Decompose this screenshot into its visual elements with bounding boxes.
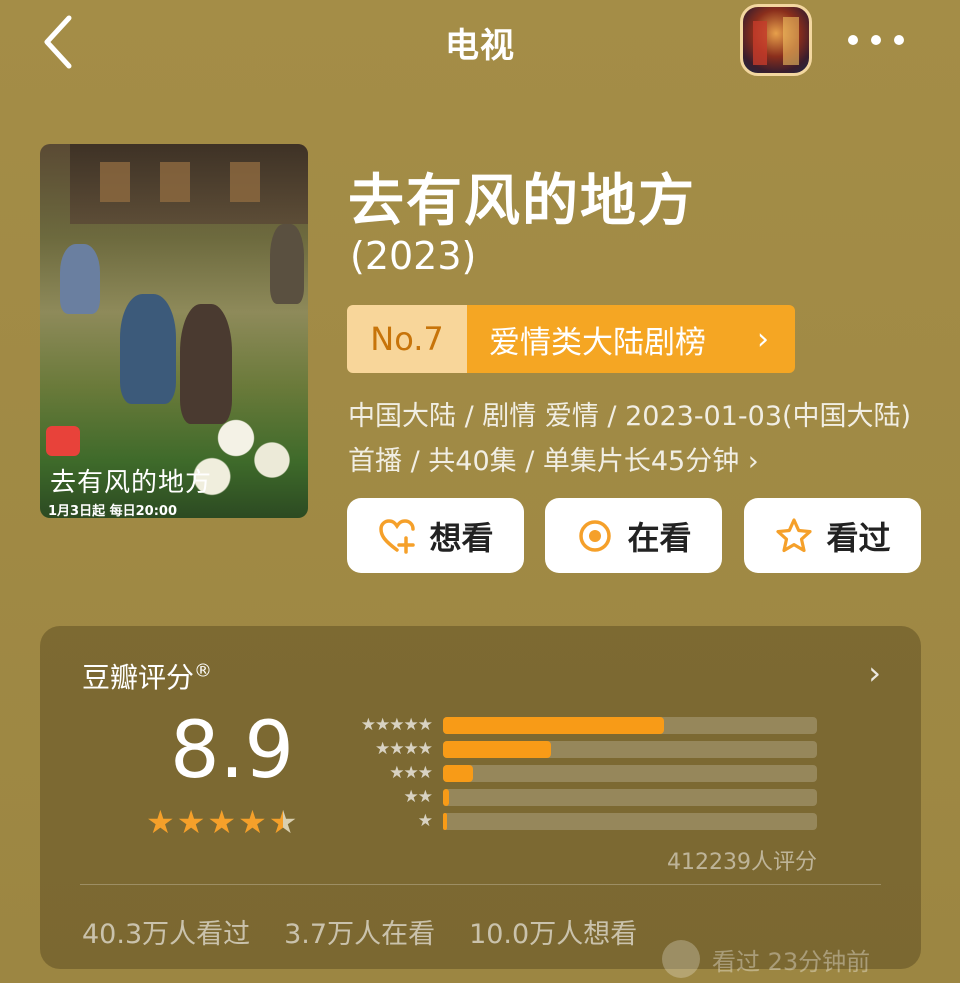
subject-title: 去有风的地方 bbox=[348, 169, 696, 234]
profile-avatar[interactable] bbox=[740, 4, 812, 76]
dist-bar bbox=[443, 741, 552, 758]
rank-list-name: 爱情类大陆剧榜 › bbox=[467, 305, 795, 373]
watermark: 看过 23分钟前 bbox=[662, 940, 870, 978]
rating-title: 豆瓣评分® bbox=[82, 656, 212, 696]
rank-badge[interactable]: No.7 爱情类大陆剧榜 › bbox=[347, 305, 795, 373]
dist-track bbox=[443, 789, 817, 806]
want-label: 想看 bbox=[429, 518, 494, 557]
star-outline-icon bbox=[776, 517, 813, 552]
rating-count: 412239人评分 bbox=[667, 850, 817, 875]
rating-card[interactable]: 豆瓣评分® › 8.9 ★ ★ ★ ★ ★ ★★★★★ ★★★★ ★★★ ★★ … bbox=[40, 626, 921, 969]
watermark-text: 看过 23分钟前 bbox=[712, 947, 871, 976]
stats-row: 40.3万人看过 3.7万人在看 10.0万人想看 bbox=[82, 912, 637, 951]
dist-bar bbox=[443, 765, 473, 782]
channel-logo bbox=[46, 426, 80, 456]
star-full-icon: ★ bbox=[146, 803, 175, 841]
watching-label: 在看 bbox=[627, 518, 692, 557]
rating-dist-row-3: ★★★ bbox=[330, 763, 817, 783]
dist-bar bbox=[443, 813, 448, 830]
star-full-icon: ★ bbox=[238, 803, 267, 841]
rank-list-label: 爱情类大陆剧榜 bbox=[489, 324, 706, 361]
dist-track bbox=[443, 813, 817, 830]
rating-title-text: 豆瓣评分 bbox=[82, 661, 195, 694]
dist-track bbox=[443, 765, 817, 782]
dist-bar bbox=[443, 789, 449, 806]
subject-meta[interactable]: 中国大陆 / 剧情 爱情 / 2023-01-03(中国大陆)首播 / 共40集… bbox=[348, 394, 920, 484]
watched-button[interactable]: 看过 bbox=[744, 498, 921, 573]
dist-stars-label: ★★ bbox=[403, 787, 433, 807]
want-button[interactable]: 想看 bbox=[347, 498, 524, 573]
watched-label: 看过 bbox=[826, 518, 891, 557]
star-full-icon: ★ bbox=[176, 803, 206, 841]
subject-year: (2023) bbox=[350, 234, 477, 278]
rank-number: No.7 bbox=[347, 305, 467, 373]
rating-dist-row-1: ★ bbox=[330, 811, 817, 831]
rating-dist-row-4: ★★★★ bbox=[330, 739, 817, 759]
divider bbox=[80, 884, 881, 885]
page-title: 电视 bbox=[445, 26, 515, 66]
rating-score: 8.9 bbox=[170, 706, 295, 796]
page: 电视 去有风的地方 1月3日起 每日20:00 去有风的地方 (2023) No… bbox=[0, 0, 960, 983]
star-half-icon: ★ bbox=[268, 803, 298, 841]
rating-dist-row-5: ★★★★★ bbox=[330, 715, 817, 735]
want-stat[interactable]: 10.0万人想看 bbox=[469, 912, 637, 951]
dist-stars-label: ★★★★★ bbox=[360, 715, 433, 735]
more-button[interactable] bbox=[846, 22, 906, 58]
star-full-icon: ★ bbox=[207, 803, 237, 841]
dist-track bbox=[443, 741, 817, 758]
dist-stars-label: ★ bbox=[417, 811, 433, 831]
heart-plus-icon bbox=[379, 518, 416, 554]
poster-air-info: 1月3日起 每日20:00 bbox=[48, 504, 177, 518]
poster-title: 去有风的地方 bbox=[50, 468, 213, 498]
more-dots-icon bbox=[848, 35, 858, 45]
dist-track bbox=[443, 717, 817, 734]
poster-image[interactable]: 去有风的地方 1月3日起 每日20:00 bbox=[40, 144, 308, 518]
watched-stat[interactable]: 40.3万人看过 bbox=[82, 912, 250, 951]
registered-mark: ® bbox=[194, 660, 213, 682]
watching-stat[interactable]: 3.7万人在看 bbox=[284, 912, 435, 951]
watching-button[interactable]: 在看 bbox=[545, 498, 722, 573]
chevron-right-icon[interactable]: › bbox=[868, 654, 881, 692]
dist-stars-label: ★★★ bbox=[389, 763, 433, 783]
dist-stars-label: ★★★★ bbox=[375, 739, 433, 759]
watermark-avatar bbox=[662, 940, 700, 978]
rating-stars: ★ ★ ★ ★ ★ bbox=[146, 806, 297, 838]
rating-dist-row-2: ★★ bbox=[330, 787, 817, 807]
target-icon bbox=[579, 519, 612, 552]
chevron-right-icon: › bbox=[757, 321, 769, 357]
dist-bar bbox=[443, 717, 664, 734]
